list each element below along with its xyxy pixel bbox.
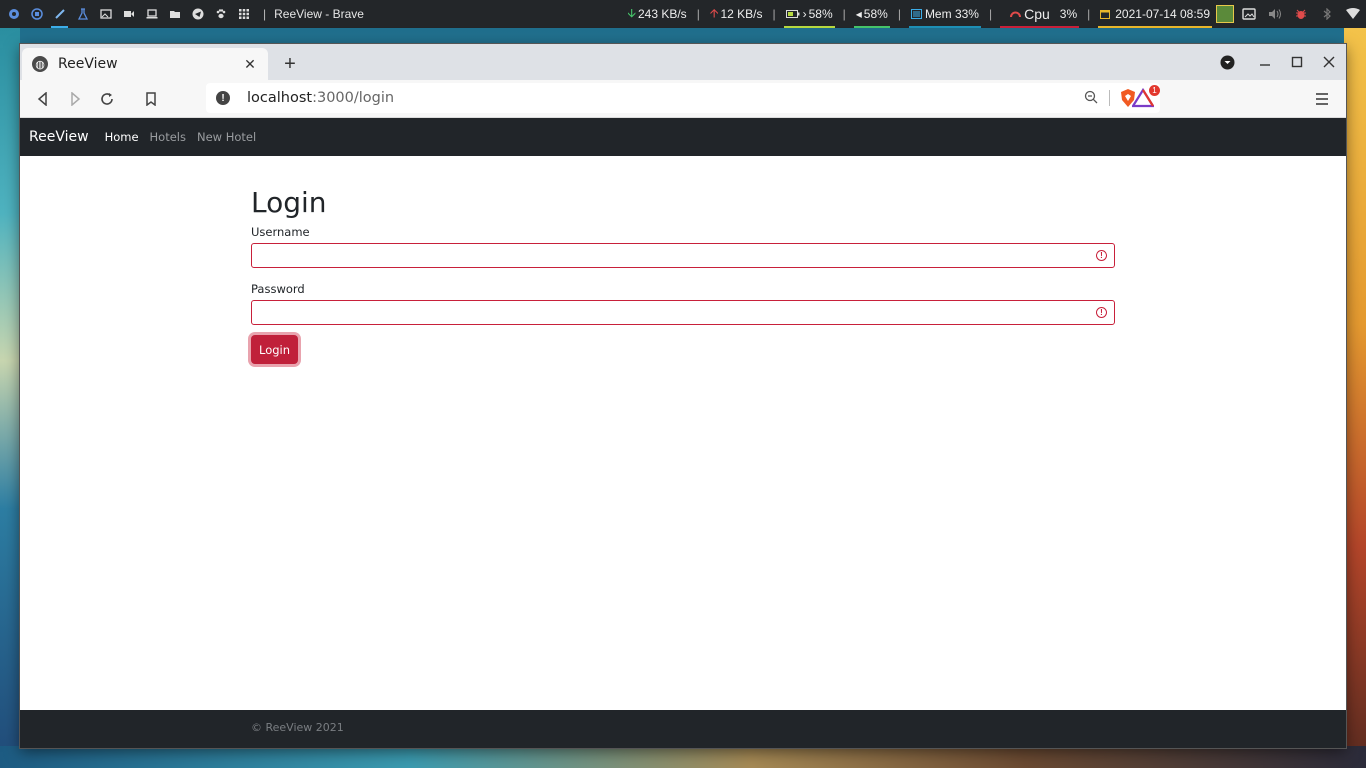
avatar[interactable] — [1214, 0, 1236, 28]
apps-icon[interactable] — [25, 0, 48, 28]
username-input[interactable] — [252, 244, 1114, 267]
volume-icon[interactable] — [1262, 0, 1288, 28]
panel-separator: | — [772, 7, 776, 21]
folder-icon[interactable] — [163, 0, 186, 28]
url-divider — [1109, 90, 1110, 106]
cpu-stat: Cpu 3% — [998, 0, 1081, 28]
panel-separator: | — [1087, 7, 1091, 21]
browser-window: ◍ ReeView ✕ + ! localhost:3000/login 1 R… — [20, 44, 1346, 748]
battery-stat: › 58% — [782, 0, 837, 28]
panel-separator: | — [988, 7, 993, 21]
forward-icon[interactable] — [59, 83, 91, 115]
brave-rewards-icon[interactable]: 1 — [1131, 85, 1160, 110]
zoom-out-icon[interactable] — [1084, 90, 1098, 107]
memory-stat: Mem 33% — [907, 0, 983, 28]
chevron-right-icon: › — [802, 7, 807, 21]
calendar-icon — [1100, 10, 1111, 19]
nav-home[interactable]: Home — [105, 130, 139, 144]
back-icon[interactable] — [27, 83, 59, 115]
wallpaper-left — [0, 28, 20, 768]
net-down-stat: 🡫 243 KB/s — [623, 0, 690, 28]
arrow-up-icon: 🡩 — [709, 5, 719, 20]
site-navbar: ReeView Home Hotels New Hotel — [20, 118, 1346, 156]
globe-icon: ◍ — [32, 56, 48, 72]
username-field[interactable]: ! — [251, 243, 1115, 268]
login-button[interactable]: Login — [251, 335, 298, 364]
page-title: Login — [251, 186, 327, 219]
url-text[interactable]: localhost:3000/login — [247, 90, 394, 106]
tab-search-icon[interactable] — [1219, 52, 1235, 72]
launcher-bar — [0, 0, 255, 28]
panel-separator: | — [263, 7, 267, 21]
navbar-brand[interactable]: ReeView — [29, 129, 89, 145]
image-viewer-icon[interactable] — [94, 0, 117, 28]
invalid-icon: ! — [1096, 307, 1107, 318]
bookmark-icon[interactable] — [135, 83, 167, 115]
telegram-icon[interactable] — [186, 0, 209, 28]
wallpaper-right — [1344, 28, 1366, 768]
minimize-icon[interactable] — [1257, 52, 1273, 72]
nav-hotels[interactable]: Hotels — [150, 130, 186, 144]
paw-icon[interactable] — [209, 0, 232, 28]
hamburger-menu-icon[interactable] — [1306, 83, 1338, 115]
tab-title: ReeView — [58, 56, 118, 72]
address-bar[interactable]: ! localhost:3000/login — [206, 83, 1160, 113]
site-footer: © ReeView 2021 — [20, 710, 1346, 748]
panel-separator: | — [842, 7, 846, 21]
color-picker-icon[interactable] — [48, 0, 71, 28]
rewards-badge: 1 — [1149, 85, 1160, 96]
clock-stat[interactable]: 2021-07-14 08:59 — [1096, 0, 1214, 28]
panel-separator: | — [696, 7, 700, 21]
top-panel: | ReeView - Brave 🡫 243 KB/s | 🡩 12 KB/s |… — [0, 0, 1366, 28]
wallpaper-bottom — [0, 746, 1366, 768]
site-info-icon[interactable]: ! — [216, 91, 230, 105]
flask-icon[interactable] — [71, 0, 94, 28]
volume-stat: ◂ 58% — [852, 0, 892, 28]
username-label: Username — [251, 225, 310, 239]
tab-reeview[interactable]: ◍ ReeView ✕ — [22, 48, 268, 80]
window-close-icon[interactable] — [1321, 52, 1337, 72]
gauge-icon — [1010, 11, 1022, 18]
grid-icon[interactable] — [232, 0, 255, 28]
nav-new-hotel[interactable]: New Hotel — [197, 130, 256, 144]
system-stats: 🡫 243 KB/s | 🡩 12 KB/s | › 58% | ◂ 58% | Mem… — [623, 0, 1366, 28]
maximize-icon[interactable] — [1289, 52, 1305, 72]
login-form: Login Username ! Password ! Login — [251, 186, 1115, 364]
debian-icon[interactable] — [2, 0, 25, 28]
web-page: ReeView Home Hotels New Hotel Login User… — [20, 118, 1346, 748]
panel-separator: | — [897, 7, 901, 21]
laptop-icon[interactable] — [140, 0, 163, 28]
active-window-title[interactable]: ReeView - Brave — [274, 7, 364, 21]
video-camera-icon[interactable] — [117, 0, 140, 28]
bug-icon[interactable] — [1288, 0, 1314, 28]
password-input[interactable] — [252, 301, 1114, 324]
bluetooth-icon[interactable] — [1314, 0, 1340, 28]
password-field[interactable]: ! — [251, 300, 1115, 325]
browser-toolbar: ! localhost:3000/login 1 — [20, 80, 1346, 118]
speaker-icon: ◂ — [855, 7, 862, 21]
new-tab-button[interactable]: + — [276, 50, 304, 78]
battery-icon — [785, 10, 800, 18]
net-up-stat: 🡩 12 KB/s — [706, 0, 767, 28]
wifi-icon[interactable] — [1340, 0, 1366, 28]
image-icon[interactable] — [1236, 0, 1262, 28]
memory-icon — [910, 9, 922, 19]
invalid-icon: ! — [1096, 250, 1107, 261]
close-icon[interactable]: ✕ — [242, 56, 258, 72]
tab-strip: ◍ ReeView ✕ + — [20, 44, 1346, 80]
reload-icon[interactable] — [91, 83, 123, 115]
password-label: Password — [251, 282, 305, 296]
arrow-down-icon: 🡫 — [627, 5, 636, 20]
footer-copyright: © ReeView 2021 — [251, 721, 344, 734]
